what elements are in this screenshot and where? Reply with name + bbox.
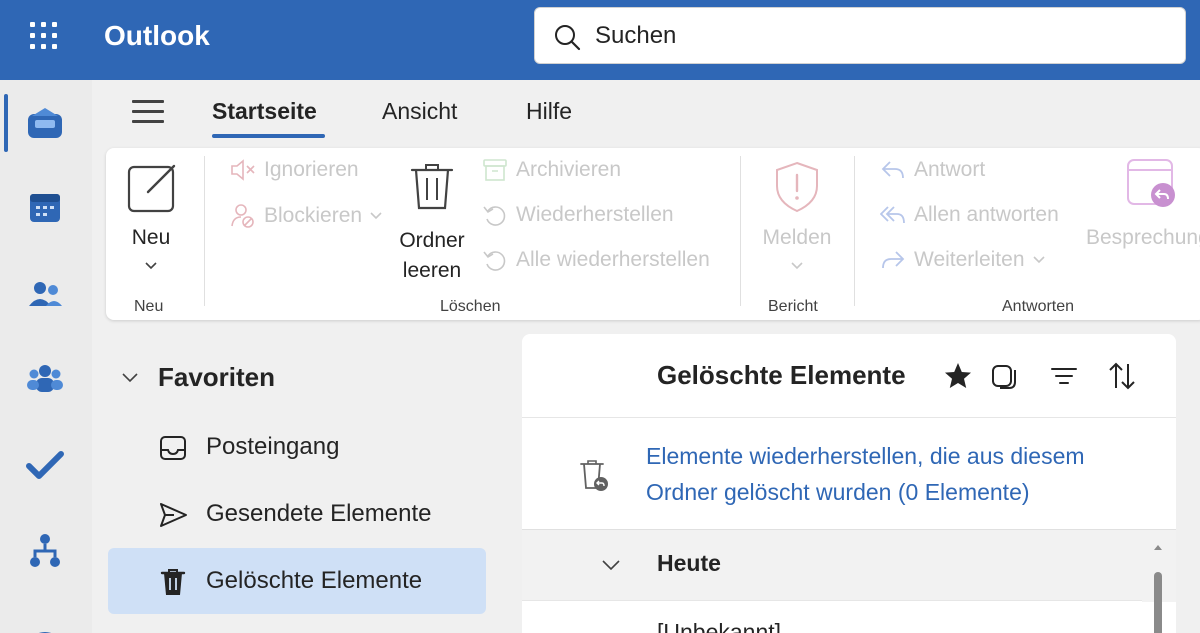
- send-icon: [160, 503, 187, 527]
- group-label-bericht: Bericht: [768, 298, 818, 315]
- group-label-neu: Neu: [134, 298, 164, 315]
- restore-button[interactable]: Wiederherstellen: [482, 203, 674, 227]
- reply-button[interactable]: Antwort: [880, 158, 985, 182]
- ribbon-separator: [740, 156, 741, 306]
- forward-label: Weiterleiten: [914, 248, 1025, 271]
- restore-trash-icon: [580, 460, 608, 491]
- reply-all-button[interactable]: Allen antworten: [880, 203, 1059, 227]
- ribbon-toolbar: Neu Neu Ignorieren Blockieren Ordner lee…: [106, 148, 1200, 320]
- archive-button[interactable]: Archivieren: [482, 158, 621, 182]
- folder-item-inbox[interactable]: Posteingang: [108, 414, 486, 480]
- trash-icon: [160, 569, 186, 595]
- report-button[interactable]: Melden: [756, 156, 838, 286]
- undo-icon: [483, 206, 506, 226]
- group-label-antworten: Antworten: [1002, 298, 1075, 315]
- meeting-button[interactable]: Besprechung: [1086, 156, 1200, 286]
- group-header-today[interactable]: Heute: [522, 530, 1176, 602]
- folder-pane: Favoriten Posteingang Gesendete Elemente…: [92, 330, 512, 633]
- message-row[interactable]: [Unbekannt]: [522, 600, 1142, 633]
- tab-hilfe[interactable]: Hilfe: [526, 98, 572, 125]
- new-mail-label: Neu: [131, 226, 171, 249]
- folder-label: Gesendete Elemente: [206, 500, 432, 527]
- search-input[interactable]: Suchen: [534, 7, 1186, 64]
- message-list-header: Gelöschte Elemente: [522, 334, 1176, 418]
- chevron-down-icon: [1032, 256, 1045, 264]
- archive-icon: [483, 159, 507, 181]
- block-label: Blockieren: [264, 204, 363, 227]
- scroll-thumb[interactable]: [1154, 572, 1162, 633]
- chevron-down-icon: [370, 212, 382, 220]
- app-launcher-icon[interactable]: [28, 20, 60, 52]
- hamburger-menu-icon[interactable]: [130, 98, 166, 126]
- compose-icon: [127, 164, 176, 213]
- app-title[interactable]: Outlook: [104, 20, 210, 52]
- ignore-label: Ignorieren: [264, 158, 359, 181]
- group-label-loeschen: Löschen: [440, 298, 501, 315]
- top-bar: Outlook Suchen: [0, 0, 1200, 80]
- chevron-down-icon: [791, 262, 803, 270]
- chevron-down-icon: [602, 560, 620, 570]
- reply-all-icon: [880, 206, 905, 224]
- active-tab-indicator: [212, 134, 325, 138]
- ribbon-separator: [854, 156, 855, 306]
- restore-all-label: Alle wiederherstellen: [516, 248, 710, 271]
- search-placeholder: Suchen: [595, 22, 677, 49]
- meeting-label: Besprechung: [1086, 226, 1200, 249]
- select-icon[interactable]: [988, 360, 1020, 392]
- empty-folder-label: Ordner leeren: [399, 229, 465, 282]
- calendar-reply-icon: [1127, 159, 1175, 207]
- message-list-scrollbar[interactable]: [1152, 544, 1164, 633]
- folder-item-deleted[interactable]: Gelöschte Elemente: [108, 548, 486, 614]
- folder-label: Posteingang: [206, 433, 340, 460]
- folder-label: Gelöschte Elemente: [206, 567, 423, 594]
- trash-icon: [410, 164, 454, 210]
- folder-title: Gelöschte Elemente: [657, 360, 906, 390]
- people-icon[interactable]: [22, 272, 68, 318]
- message-sender: [Unbekannt]: [657, 619, 782, 633]
- more-apps-icon[interactable]: [22, 612, 68, 633]
- restore-deleted-items-link[interactable]: Elemente wiederherstellen, die aus diese…: [646, 438, 1146, 510]
- archive-label: Archivieren: [516, 158, 622, 181]
- undo-icon: [483, 251, 506, 271]
- restore-label: Wiederherstellen: [516, 203, 674, 226]
- app-rail: [0, 80, 92, 633]
- groups-icon[interactable]: [22, 356, 68, 402]
- favorite-star-icon[interactable]: [942, 360, 974, 392]
- folder-item-sent[interactable]: Gesendete Elemente: [108, 481, 486, 547]
- search-icon: [555, 25, 581, 51]
- mute-icon: [231, 159, 255, 181]
- restore-all-button[interactable]: Alle wiederherstellen: [482, 248, 710, 272]
- block-button[interactable]: Blockieren: [230, 203, 382, 229]
- forward-button[interactable]: Weiterleiten: [880, 248, 1045, 272]
- chevron-down-icon: [145, 262, 157, 270]
- favorites-label: Favoriten: [158, 362, 276, 392]
- filter-icon[interactable]: [1048, 360, 1080, 392]
- favorites-header[interactable]: Favoriten: [122, 362, 275, 393]
- sort-icon[interactable]: [1106, 360, 1138, 392]
- message-list: Gelöschte Elemente Elemente wiederherste…: [522, 334, 1176, 633]
- reply-label: Antwort: [914, 158, 986, 181]
- restore-banner: Elemente wiederherstellen, die aus diese…: [522, 418, 1176, 530]
- inbox-icon: [160, 436, 186, 460]
- scroll-up-icon[interactable]: [1154, 544, 1162, 550]
- forward-icon: [882, 251, 905, 269]
- block-user-icon: [231, 204, 254, 228]
- shield-icon: [776, 161, 818, 213]
- ribbon-separator: [204, 156, 205, 306]
- tab-ansicht[interactable]: Ansicht: [382, 98, 457, 125]
- empty-folder-button[interactable]: Ordner leeren: [392, 156, 472, 286]
- ignore-button[interactable]: Ignorieren: [230, 158, 359, 182]
- tab-startseite[interactable]: Startseite: [212, 98, 317, 125]
- rail-active-indicator: [4, 94, 8, 152]
- calendar-icon[interactable]: [22, 184, 68, 230]
- chevron-down-icon: [122, 372, 138, 382]
- reply-all-label: Allen antworten: [914, 203, 1059, 226]
- todo-icon[interactable]: [22, 442, 68, 488]
- report-label: Melden: [762, 226, 832, 249]
- reply-icon: [881, 161, 904, 179]
- org-explorer-icon[interactable]: [22, 528, 68, 574]
- mail-icon[interactable]: [22, 100, 68, 146]
- new-mail-button[interactable]: Neu: [116, 156, 186, 286]
- group-label: Heute: [657, 550, 721, 576]
